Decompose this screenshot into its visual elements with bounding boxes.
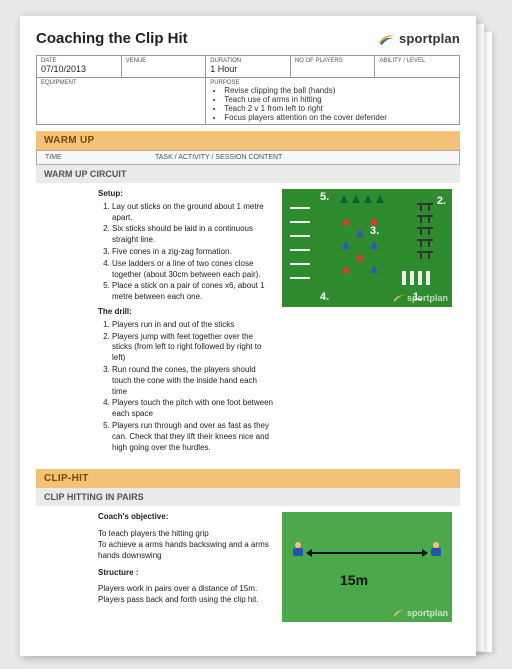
diagram-num-4: 4. bbox=[320, 291, 329, 303]
brand-logo: sportplan bbox=[378, 31, 460, 46]
drill-label: The drill: bbox=[98, 307, 274, 318]
player-icon bbox=[292, 542, 304, 558]
list-item: Players run in and out of the sticks bbox=[112, 320, 274, 331]
drill-list: Players run in and out of the sticks Pla… bbox=[98, 320, 274, 454]
cliphit-diagram: 15m sportplan bbox=[282, 512, 452, 622]
purpose-item: Teach use of arms in hitting bbox=[224, 95, 455, 104]
equipment-label: EQUIPMENT bbox=[41, 80, 201, 86]
objective-text-2: To achieve a arms hands backswing and a … bbox=[98, 540, 274, 562]
objective-text-1: To teach players the hitting grip bbox=[98, 529, 274, 540]
structure-text: Players work in pairs over a distance of… bbox=[98, 584, 274, 606]
cliphit-band: CLIP-HIT bbox=[36, 469, 460, 488]
task-header: TASK / ACTIVITY / SESSION CONTENT bbox=[155, 154, 451, 161]
warmup-diagram: 5. 2. 3. 4. 1. bbox=[282, 189, 452, 307]
cliphit-sub-band: CLIP HITTING IN PAIRS bbox=[36, 488, 460, 506]
diagram-num-3: 3. bbox=[370, 225, 379, 237]
cliphit-content: Coach's objective: To teach players the … bbox=[36, 506, 460, 628]
diagram-num-5: 5. bbox=[320, 191, 329, 203]
time-header: TIME bbox=[45, 154, 155, 161]
objective-label: Coach's objective: bbox=[98, 512, 274, 523]
cliphit-text: Coach's objective: To teach players the … bbox=[44, 512, 274, 622]
date-value: 07/10/2013 bbox=[41, 64, 117, 74]
list-item: Players touch the pitch with one foot be… bbox=[112, 398, 274, 420]
list-item: Lay out sticks on the ground about 1 met… bbox=[112, 202, 274, 224]
players-label: NO OF PLAYERS bbox=[295, 58, 371, 64]
meta-table: DATE07/10/2013 VENUE DURATION1 Hour NO O… bbox=[36, 55, 460, 125]
venue-label: VENUE bbox=[126, 58, 202, 64]
ability-label: ABILITY / LEVEL bbox=[379, 58, 455, 64]
swoosh-icon bbox=[378, 32, 396, 46]
title-row: Coaching the Clip Hit sportplan bbox=[36, 30, 460, 47]
purpose-list: Revise clipping the ball (hands) Teach u… bbox=[210, 86, 455, 122]
warmup-text: Setup: Lay out sticks on the ground abou… bbox=[44, 189, 274, 457]
purpose-item: Revise clipping the ball (hands) bbox=[224, 86, 455, 95]
warmup-band: WARM UP bbox=[36, 131, 460, 150]
list-item: Players jump with feet together over the… bbox=[112, 332, 274, 364]
page-front: Coaching the Clip Hit sportplan DATE07/1… bbox=[20, 16, 476, 656]
list-item: Players run through and over as fast as … bbox=[112, 421, 274, 453]
warmup-content: Setup: Lay out sticks on the ground abou… bbox=[36, 183, 460, 463]
diagram-num-2: 2. bbox=[437, 195, 446, 207]
double-arrow-icon bbox=[312, 552, 422, 554]
list-item: Place a stick on a pair of cones x6, abo… bbox=[112, 281, 274, 303]
brand-text: sportplan bbox=[399, 31, 460, 46]
document-title: Coaching the Clip Hit bbox=[36, 30, 188, 47]
column-headers: TIME TASK / ACTIVITY / SESSION CONTENT bbox=[36, 150, 460, 165]
list-item: Run round the cones, the players should … bbox=[112, 365, 274, 397]
setup-list: Lay out sticks on the ground about 1 met… bbox=[98, 202, 274, 303]
duration-value: 1 Hour bbox=[210, 64, 286, 74]
warmup-sub-band: WARM UP CIRCUIT bbox=[36, 165, 460, 183]
purpose-item: Teach 2 v 1 from left to right bbox=[224, 104, 455, 113]
watermark: sportplan bbox=[393, 608, 448, 618]
list-item: Six sticks should be laid in a continuou… bbox=[112, 224, 274, 246]
watermark: sportplan bbox=[393, 293, 448, 303]
list-item: Use ladders or a line of two cones close… bbox=[112, 259, 274, 281]
watermark-text: sportplan bbox=[407, 608, 448, 618]
list-item: Five cones in a zig-zag formation. bbox=[112, 247, 274, 258]
page-stack: Coaching the Clip Hit sportplan DATE07/1… bbox=[20, 16, 492, 653]
watermark-text: sportplan bbox=[407, 293, 448, 303]
setup-label: Setup: bbox=[98, 189, 274, 200]
purpose-item: Focus players attention on the cover def… bbox=[224, 113, 455, 122]
player-icon bbox=[430, 542, 442, 558]
structure-label: Structure : bbox=[98, 568, 274, 579]
distance-label: 15m bbox=[340, 572, 368, 588]
